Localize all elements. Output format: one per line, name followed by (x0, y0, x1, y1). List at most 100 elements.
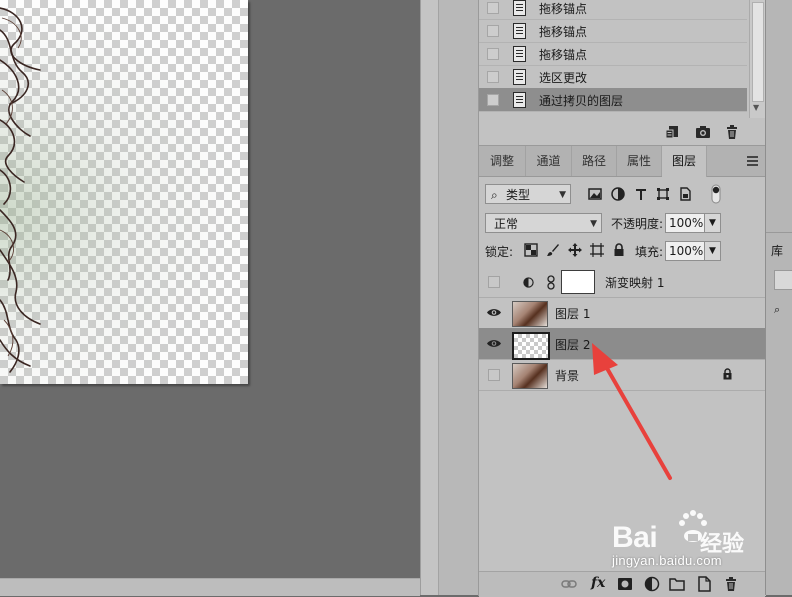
tab-paths[interactable]: 路径 (572, 146, 617, 176)
pixel-filter-icon[interactable] (588, 187, 602, 201)
history-item[interactable]: 选区更改 (479, 65, 747, 89)
shape-filter-icon[interactable] (656, 187, 670, 201)
visibility-toggle[interactable] (479, 297, 508, 328)
layer-thumbnail (512, 332, 550, 360)
eye-icon (487, 340, 501, 347)
layer-name: 渐变映射 1 (605, 276, 665, 290)
history-list: 拖移锚点 拖移锚点 拖移锚点 选区更改 通过拷贝的图层 (479, 0, 749, 120)
watermark-brand: Bai (612, 521, 658, 554)
layer-row-gradient-map[interactable]: 渐变映射 1 (479, 266, 765, 298)
fill-label: 填充: (635, 245, 664, 259)
blend-mode-dropdown[interactable]: 正常 ▼ (485, 213, 602, 233)
lock-position-icon[interactable] (568, 243, 582, 257)
history-item-label: 通过拷贝的图层 (539, 94, 624, 108)
history-item[interactable]: 拖移锚点 (479, 0, 747, 20)
trash-icon[interactable] (724, 124, 740, 140)
lock-all-icon[interactable] (612, 243, 626, 257)
opacity-dropdown-arrow-icon[interactable]: ▼ (705, 213, 721, 233)
mask-icon[interactable] (617, 576, 633, 592)
annotation-arrow (592, 343, 672, 480)
layer-thumbnail (512, 363, 548, 389)
fill-field[interactable]: 100% (665, 241, 705, 261)
panel-dock-divider (438, 0, 479, 595)
history-item-label: 拖移锚点 (539, 48, 588, 62)
libraries-panel: 库 ⌕ (765, 0, 792, 595)
panel-tab-bar: 调整 通道 路径 属性 图层 (479, 146, 765, 177)
adjustment-layer-icon (523, 277, 534, 288)
eye-icon (487, 309, 501, 316)
layer-thumbnail (512, 301, 548, 327)
visibility-toggle[interactable] (479, 359, 508, 390)
visibility-toggle[interactable] (479, 328, 508, 359)
visibility-off-box (488, 369, 500, 381)
adjustment-filter-icon[interactable] (611, 187, 625, 201)
history-panel: 拖移锚点 拖移锚点 拖移锚点 选区更改 通过拷贝的图层 ▼ (478, 0, 766, 145)
hair-image-fragment (0, 7, 41, 373)
lock-icon (723, 368, 732, 380)
filter-toggle-icon[interactable] (711, 184, 721, 204)
history-item-selected[interactable]: 通过拷贝的图层 (479, 88, 747, 112)
fx-icon[interactable]: fx (591, 575, 605, 591)
libraries-dropdown[interactable] (774, 270, 792, 290)
filter-type-label: 类型 (506, 188, 531, 202)
history-checkbox[interactable] (487, 2, 499, 14)
history-state-icon (513, 92, 526, 108)
new-layer-icon[interactable] (696, 576, 712, 592)
history-checkbox[interactable] (487, 25, 499, 37)
history-checkbox[interactable] (487, 94, 499, 106)
history-item-label: 拖移锚点 (539, 25, 588, 39)
history-scroll-thumb[interactable] (752, 2, 764, 102)
new-document-from-state-icon[interactable] (664, 124, 680, 140)
filter-type-dropdown[interactable]: ⌕ 类型 ▼ (485, 184, 571, 204)
history-footer (479, 120, 765, 145)
lock-image-pixels-icon[interactable] (546, 243, 560, 257)
history-item-label: 拖移锚点 (539, 2, 588, 16)
history-checkbox[interactable] (487, 48, 499, 60)
lock-label: 锁定: (485, 245, 514, 259)
watermark-url: jingyan.baidu.com (612, 553, 722, 568)
visibility-toggle[interactable] (479, 266, 508, 297)
opacity-field[interactable]: 100% (665, 213, 705, 233)
trash-icon[interactable] (723, 576, 739, 592)
horizontal-scrollbar[interactable] (0, 578, 420, 596)
history-item[interactable]: 拖移锚点 (479, 19, 747, 43)
history-checkbox[interactable] (487, 71, 499, 83)
panel-menu-icon[interactable] (747, 154, 759, 168)
scroll-down-arrow-icon[interactable]: ▼ (753, 103, 763, 113)
layer-name: 图层 1 (555, 307, 591, 321)
tab-properties[interactable]: 属性 (617, 146, 662, 176)
smart-object-filter-icon[interactable] (678, 187, 692, 201)
history-state-icon (513, 46, 526, 62)
panel-divider (766, 232, 792, 233)
history-state-icon (513, 23, 526, 39)
opacity-label: 不透明度: (611, 217, 664, 231)
tab-layers[interactable]: 图层 (662, 146, 707, 177)
blend-mode-value: 正常 (494, 217, 519, 231)
link-icon[interactable] (561, 576, 577, 592)
search-icon[interactable]: ⌕ (774, 303, 780, 317)
fill-dropdown-arrow-icon[interactable]: ▼ (705, 241, 721, 261)
history-state-icon (513, 0, 526, 16)
lock-artboard-icon[interactable] (590, 243, 604, 257)
visibility-off-box (488, 276, 500, 288)
layers-footer: fx (479, 571, 765, 597)
history-item-label: 选区更改 (539, 71, 588, 85)
search-icon: ⌕ (491, 188, 498, 202)
adjustment-icon[interactable] (644, 576, 660, 592)
chevron-down-icon: ▼ (590, 219, 597, 229)
tab-libraries[interactable]: 库 (771, 242, 783, 259)
chevron-down-icon: ▼ (559, 190, 566, 200)
type-filter-icon[interactable] (634, 187, 648, 201)
layer-mask-thumbnail[interactable] (561, 270, 595, 294)
vertical-scrollbar[interactable] (420, 0, 439, 595)
tab-channels[interactable]: 通道 (526, 146, 572, 176)
camera-snapshot-icon[interactable] (695, 124, 711, 140)
canvas-area[interactable] (0, 0, 420, 578)
history-item[interactable]: 拖移锚点 (479, 42, 747, 66)
layer-row-layer-1[interactable]: 图层 1 (479, 297, 765, 329)
lock-transparent-pixels-icon[interactable] (524, 243, 538, 257)
folder-icon[interactable] (669, 576, 685, 592)
history-state-icon (513, 69, 526, 85)
tab-adjustments[interactable]: 调整 (479, 146, 526, 176)
chain-link-icon[interactable] (546, 275, 556, 290)
